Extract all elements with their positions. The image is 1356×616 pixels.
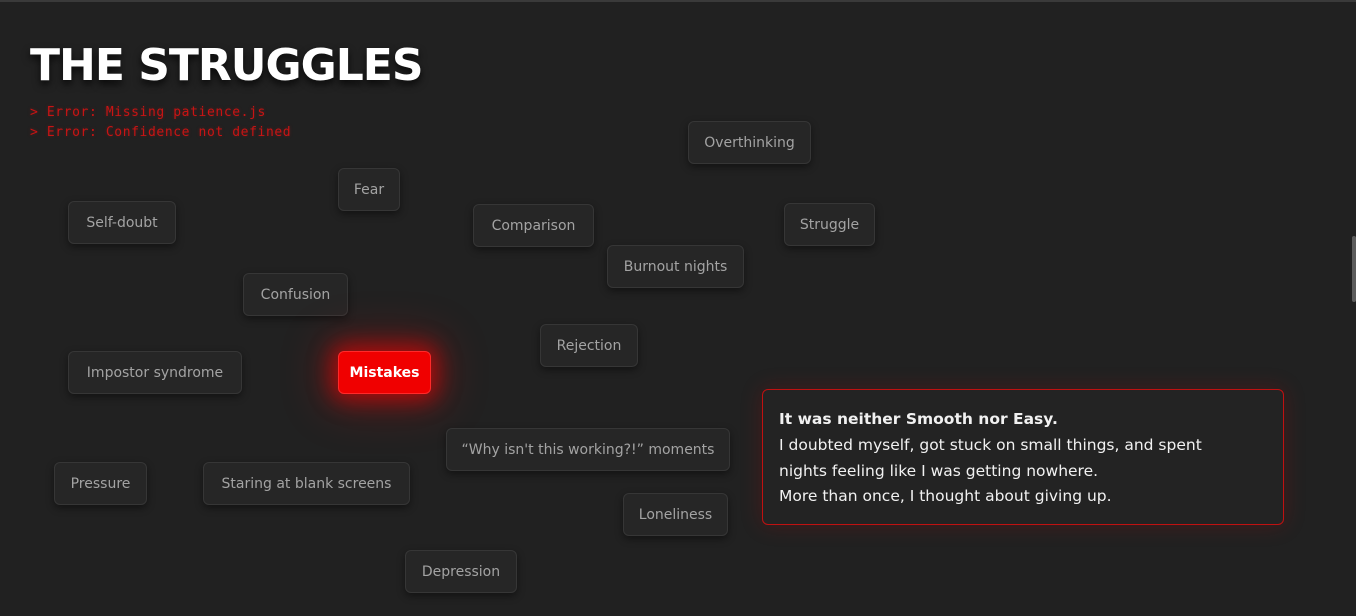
chip-overthinking[interactable]: Overthinking: [688, 121, 811, 164]
chip-pressure[interactable]: Pressure: [54, 462, 147, 505]
chip-fear[interactable]: Fear: [338, 168, 400, 211]
chip-self-doubt[interactable]: Self-doubt: [68, 201, 176, 244]
struggle-description-card: It was neither Smooth nor Easy. I doubte…: [762, 389, 1284, 525]
card-lead: It was neither Smooth nor Easy.: [779, 410, 1058, 428]
chip-depression[interactable]: Depression: [405, 550, 517, 593]
chip-burnout-nights[interactable]: Burnout nights: [607, 245, 744, 288]
error-line-confidence: > Error: Confidence not defined: [30, 125, 292, 140]
chip-confusion[interactable]: Confusion: [243, 273, 348, 316]
chip-comparison[interactable]: Comparison: [473, 204, 594, 247]
page-title: THE STRUGGLES: [30, 40, 424, 91]
chip-impostor-syndrome[interactable]: Impostor syndrome: [68, 351, 242, 394]
error-line-patience: > Error: Missing patience.js: [30, 105, 266, 120]
chip-staring-at-blank-screens[interactable]: Staring at blank screens: [203, 462, 410, 505]
card-line-2: nights feeling like I was getting nowher…: [779, 461, 1099, 480]
window-top-border: [0, 0, 1356, 2]
card-line-3: More than once, I thought about giving u…: [779, 487, 1112, 506]
chip-loneliness[interactable]: Loneliness: [623, 493, 728, 536]
chip-mistakes-active[interactable]: Mistakes: [338, 351, 431, 394]
card-line-1: I doubted myself, got stuck on small thi…: [779, 435, 1202, 454]
chip-why-isnt-this-working[interactable]: “Why isn't this working?!” moments: [446, 428, 730, 471]
scrollbar-thumb[interactable]: [1352, 236, 1356, 302]
chip-rejection[interactable]: Rejection: [540, 324, 638, 367]
chip-struggle[interactable]: Struggle: [784, 203, 875, 246]
